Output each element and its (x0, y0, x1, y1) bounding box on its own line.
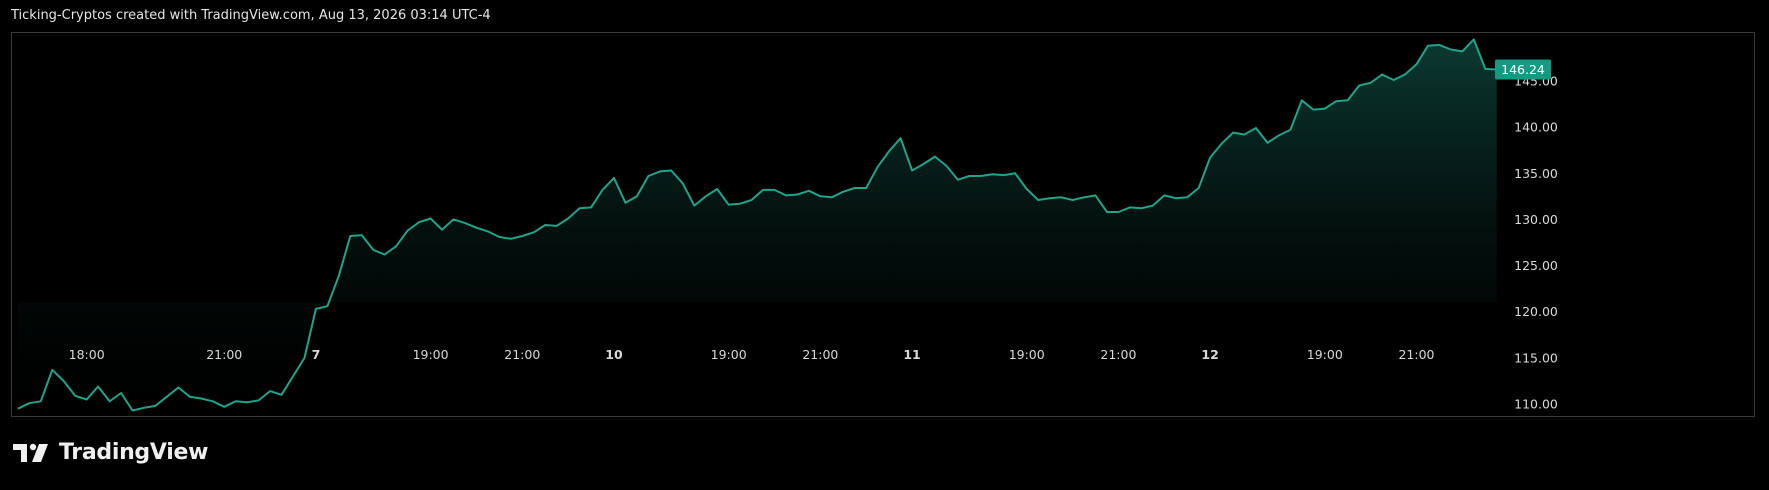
tradingview-logo-icon (13, 443, 48, 462)
y-tick-label: 130.00 (1514, 212, 1558, 227)
tradingview-brand[interactable]: TradingView (13, 440, 208, 465)
x-tick-label: 19:00 (1307, 347, 1343, 362)
x-tick-label: 12 (1201, 347, 1218, 362)
x-tick-label: 21:00 (802, 347, 838, 362)
brand-name: TradingView (59, 440, 209, 465)
y-tick-label: 125.00 (1514, 258, 1558, 273)
y-axis[interactable]: 145.00140.00135.00130.00125.00120.00115.… (1514, 73, 1558, 411)
x-tick-label: 19:00 (711, 347, 747, 362)
last-price-badge: 146.24 (1495, 59, 1551, 80)
x-tick-label: 21:00 (504, 347, 540, 362)
last-price-label: 146.24 (1501, 62, 1545, 77)
x-tick-label: 19:00 (1009, 347, 1045, 362)
x-tick-label: 7 (312, 347, 321, 362)
x-tick-label: 11 (903, 347, 920, 362)
x-tick-label: 10 (605, 347, 623, 362)
x-tick-label: 21:00 (1398, 347, 1434, 362)
chart-caption: Ticking-Cryptos created with TradingView… (11, 8, 491, 23)
y-tick-label: 110.00 (1514, 397, 1558, 412)
x-tick-label: 18:00 (69, 347, 105, 362)
x-tick-label: 21:00 (206, 347, 242, 362)
y-tick-label: 135.00 (1514, 166, 1558, 181)
price-chart[interactable]: 145.00140.00135.00130.00125.00120.00115.… (11, 32, 1755, 417)
x-tick-label: 19:00 (413, 347, 449, 362)
y-tick-label: 140.00 (1514, 120, 1558, 135)
y-tick-label: 115.00 (1514, 350, 1558, 365)
y-tick-label: 120.00 (1514, 304, 1558, 319)
x-tick-label: 21:00 (1100, 347, 1136, 362)
